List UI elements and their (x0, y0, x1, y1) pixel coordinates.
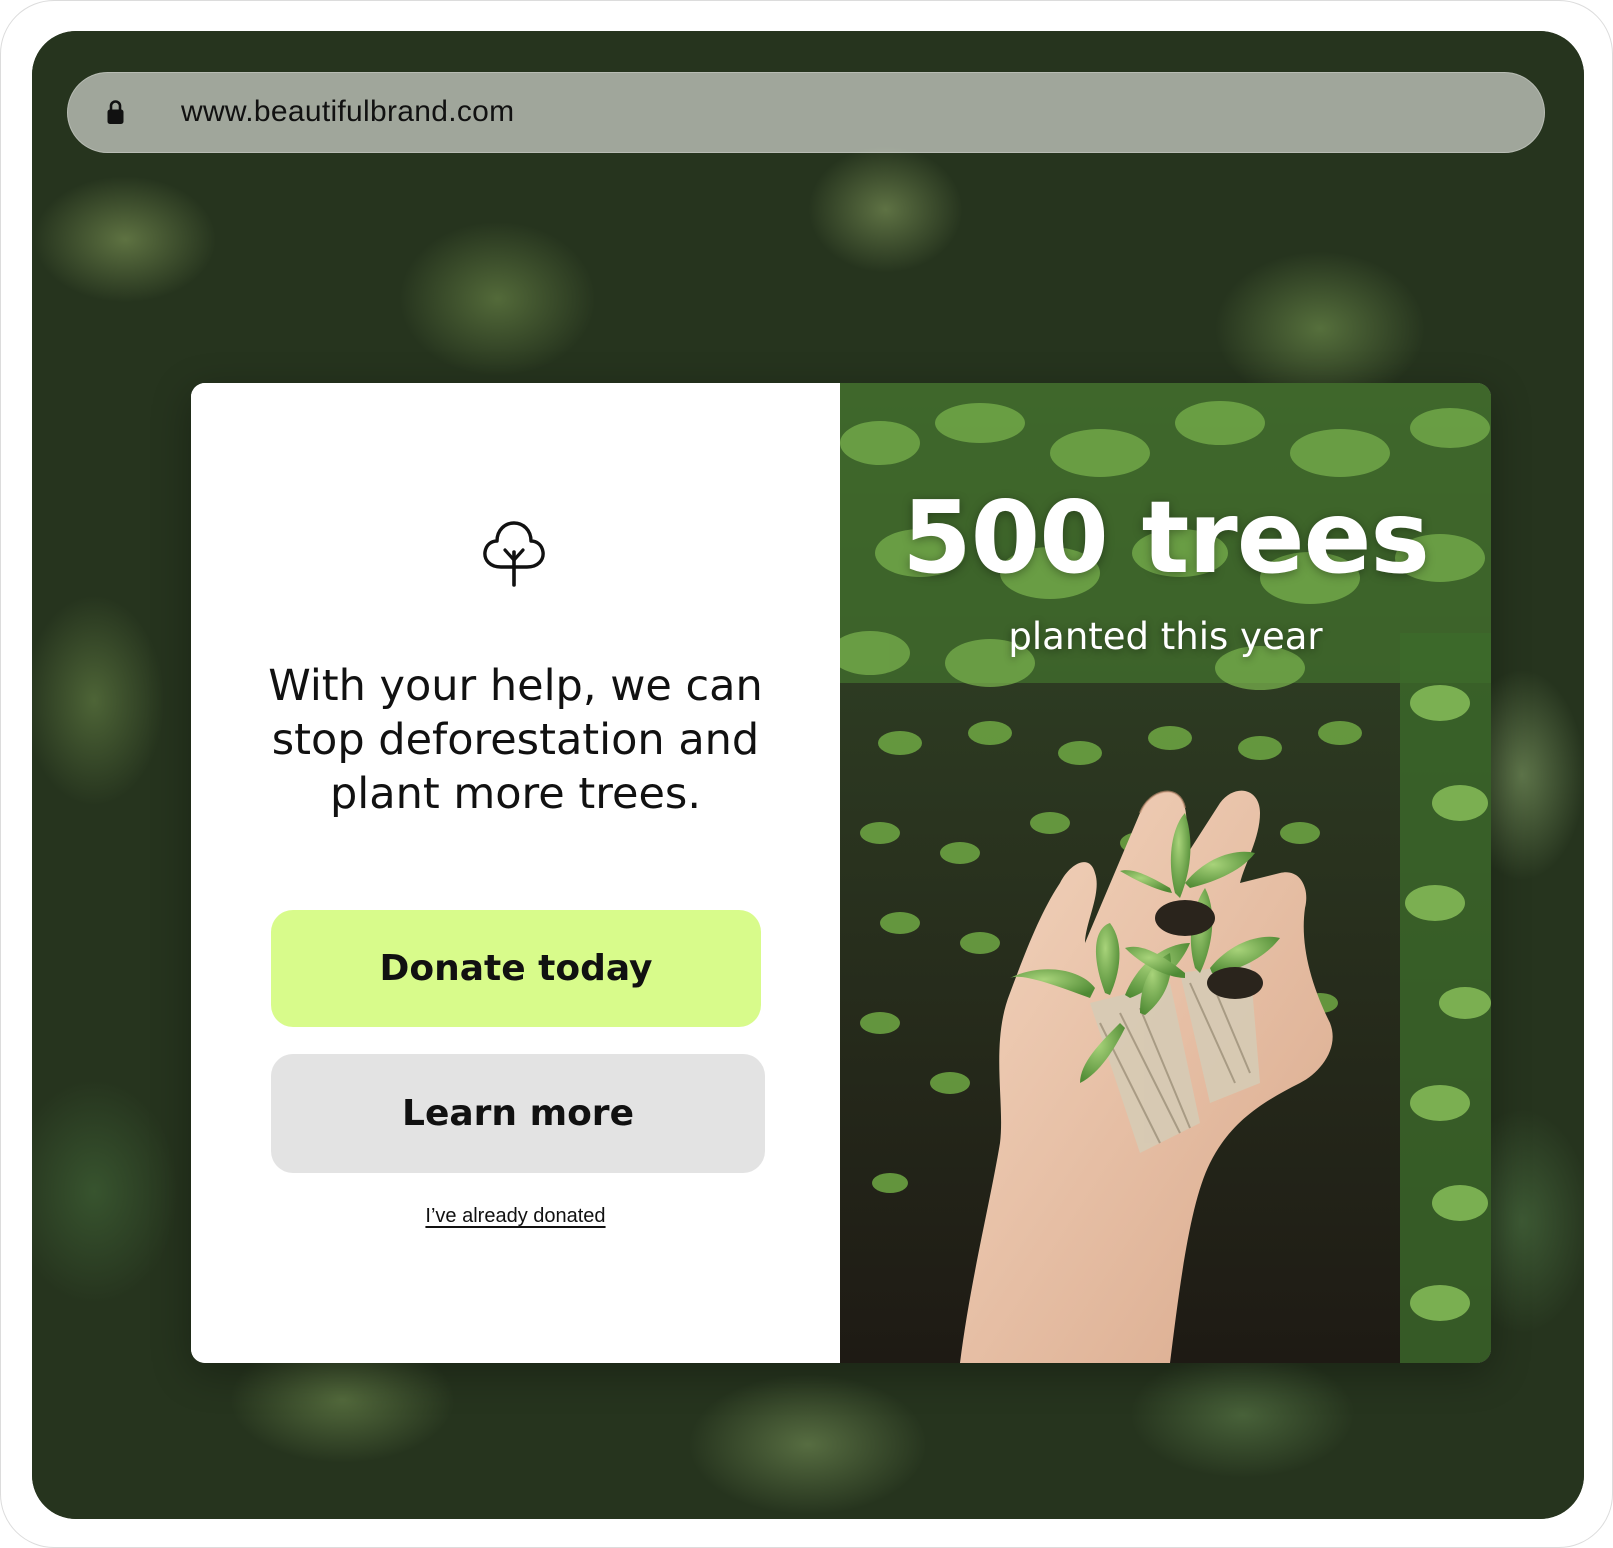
modal-content-panel: With your help, we can stop deforestatio… (191, 383, 840, 1363)
already-donated-link[interactable]: I’ve already donated (191, 1205, 840, 1228)
seedling-photo-panel: 500 trees planted this year (840, 383, 1491, 1363)
donation-modal: With your help, we can stop deforestatio… (191, 383, 1491, 1363)
promo-headline: With your help, we can stop deforestatio… (268, 661, 763, 819)
url-text[interactable]: www.beautifulbrand.com (181, 94, 514, 130)
tree-icon (481, 519, 547, 587)
trees-planted-caption: planted this year (1008, 615, 1323, 658)
browser-viewport: www.beautifulbrand.com With your help, w… (32, 31, 1584, 1519)
trees-planted-stat: 500 trees (902, 479, 1430, 596)
learn-more-button[interactable]: Learn more (271, 1054, 765, 1173)
lock-icon (107, 99, 124, 125)
screenshot-frame: www.beautifulbrand.com With your help, w… (0, 0, 1613, 1548)
donate-button[interactable]: Donate today (271, 910, 761, 1027)
address-bar[interactable]: www.beautifulbrand.com (67, 72, 1545, 153)
